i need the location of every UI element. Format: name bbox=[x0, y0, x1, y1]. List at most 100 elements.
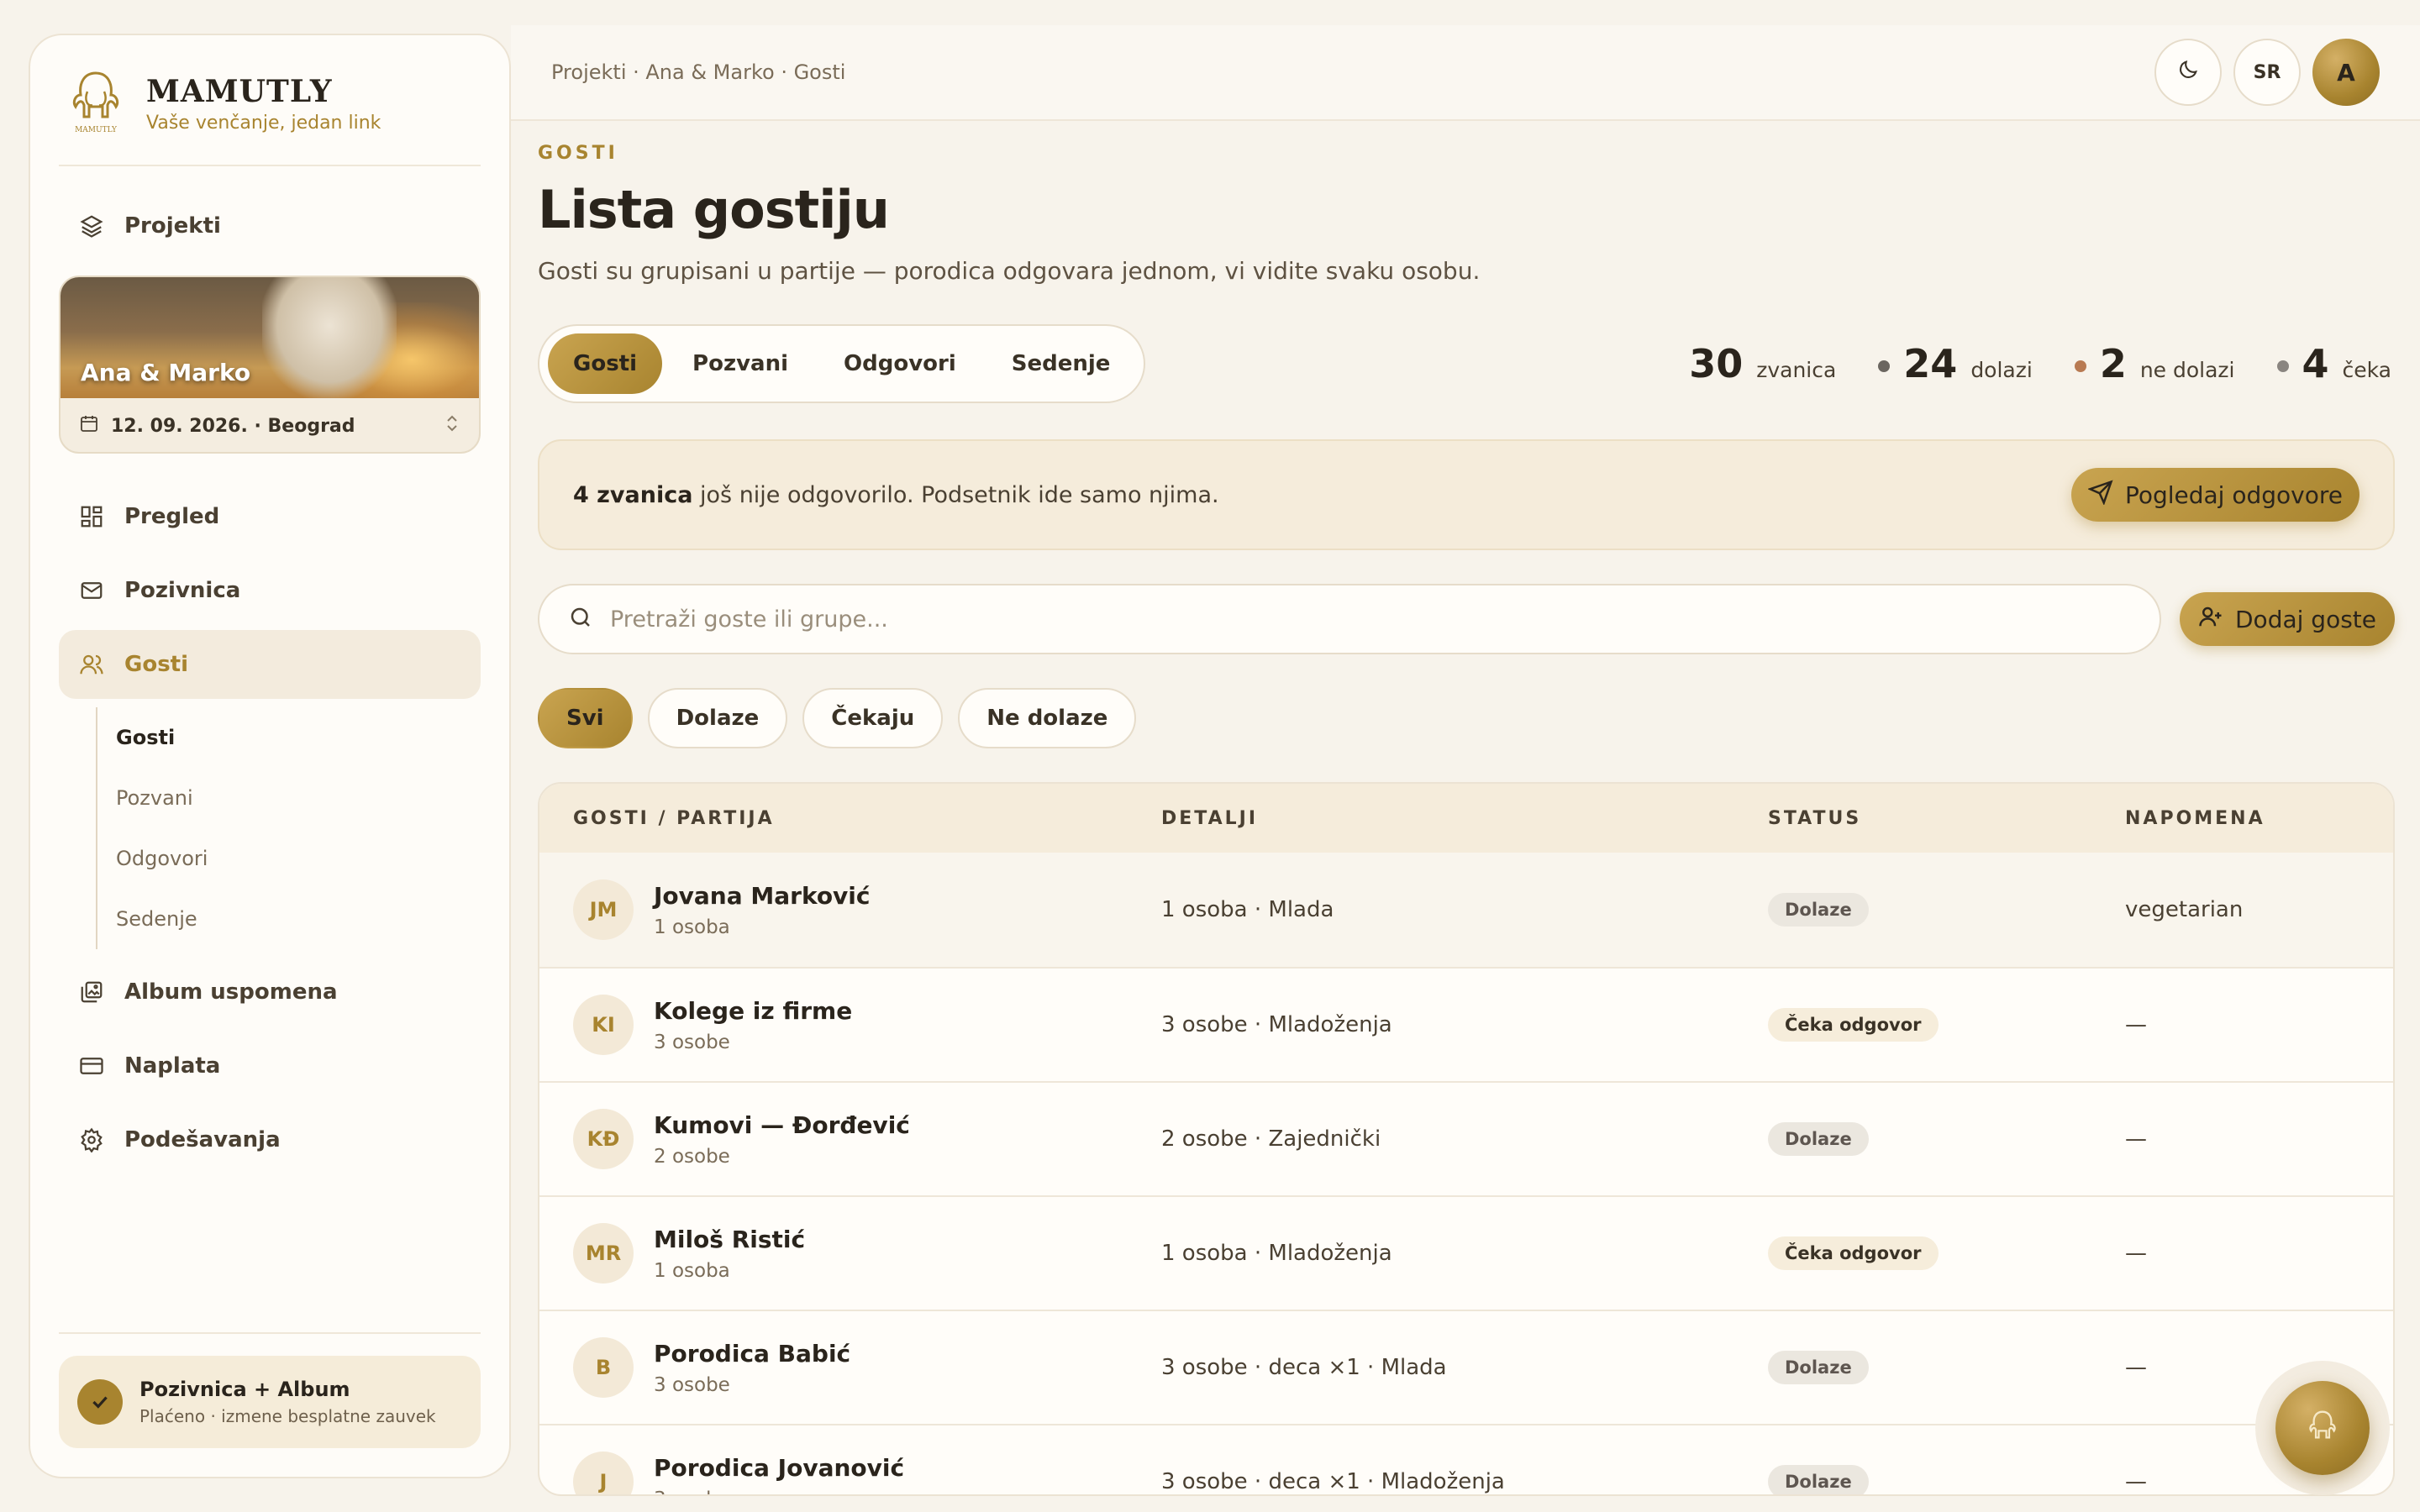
sidebar: MAMUTLY MAMUTLY Vaše venčanje, jedan lin… bbox=[29, 34, 511, 1478]
brand[interactable]: MAMUTLY MAMUTLY Vaše venčanje, jedan lin… bbox=[59, 66, 481, 166]
logo-wordmark: MAMUTLY bbox=[75, 126, 118, 134]
tab-odgovori[interactable]: Odgovori bbox=[818, 333, 981, 394]
status-dot-icon bbox=[2074, 360, 2086, 372]
plan-card[interactable]: Pozivnica + Album Plaćeno · izmene bespl… bbox=[59, 1356, 481, 1448]
sidebar-item-label: Pregled bbox=[124, 504, 220, 529]
sidebar-item-podesavanja[interactable]: Podešavanja bbox=[59, 1105, 481, 1174]
column-header[interactable]: DETALJI bbox=[1161, 808, 1768, 829]
guest-note: vegetarian bbox=[2125, 897, 2244, 922]
sidebar-item-pozivnica[interactable]: Pozivnica bbox=[59, 556, 481, 625]
search-box bbox=[538, 584, 2161, 654]
tab-gosti[interactable]: Gosti bbox=[548, 333, 663, 394]
sidebar-item-naplata[interactable]: Naplata bbox=[59, 1032, 481, 1100]
guest-note: — bbox=[2125, 1012, 2147, 1037]
guest-count: 2 osobe bbox=[654, 1145, 730, 1168]
users-icon bbox=[77, 650, 106, 679]
mammoth-logo-icon bbox=[2275, 1381, 2370, 1475]
theme-toggle-button[interactable] bbox=[2154, 39, 2222, 106]
stat-label: zvanica bbox=[1756, 358, 1837, 382]
sidebar-item-label: Naplata bbox=[124, 1053, 221, 1079]
stat-label: ne dolazi bbox=[2139, 358, 2235, 382]
view-responses-button[interactable]: Pogledaj odgovore bbox=[2070, 468, 2360, 522]
filter-cekaju[interactable]: Čekaju bbox=[802, 688, 944, 748]
sidebar-item-gosti[interactable]: Gosti bbox=[59, 630, 481, 699]
filter-dolaze[interactable]: Dolaze bbox=[647, 688, 788, 748]
guest-details: 2 osobe · Zajednički bbox=[1161, 1126, 1381, 1152]
project-name: Ana & Marko bbox=[81, 359, 251, 386]
moon-icon bbox=[2176, 58, 2200, 87]
sidebar-item-pregled[interactable]: Pregled bbox=[59, 482, 481, 551]
table-row[interactable]: MR Miloš Ristić 1 osoba 1 osoba · Mladož… bbox=[539, 1195, 2393, 1310]
table-row[interactable]: JM Jovana Marković 1 osoba 1 osoba · Mla… bbox=[539, 853, 2393, 967]
gear-icon bbox=[77, 1126, 106, 1154]
section-tabs: Gosti Pozvani Odgovori Sedenje bbox=[538, 324, 1146, 403]
subnav-item-odgovori[interactable]: Odgovori bbox=[116, 828, 481, 889]
sidebar-item-label: Album uspomena bbox=[124, 979, 338, 1005]
brand-tagline: Vaše venčanje, jedan link bbox=[146, 112, 381, 134]
stat-number: 24 bbox=[1903, 341, 1958, 386]
guest-note: — bbox=[2125, 1126, 2147, 1152]
subnav-item-sedenje[interactable]: Sedenje bbox=[116, 889, 481, 949]
column-header[interactable]: NAPOMENA bbox=[2125, 808, 2265, 829]
table-row[interactable]: KĐ Kumovi — Đorđević 2 osobe 2 osobe · Z… bbox=[539, 1081, 2393, 1195]
search-input[interactable] bbox=[610, 606, 2131, 633]
tab-pozvani[interactable]: Pozvani bbox=[667, 333, 813, 394]
guest-count: 1 osoba bbox=[654, 916, 730, 938]
stat-label: čeka bbox=[2342, 358, 2391, 382]
stat-attending: 24 dolazi bbox=[1878, 341, 2033, 386]
page-subtitle: Gosti su grupisani u partije — porodica … bbox=[538, 257, 1481, 285]
table-row[interactable]: B Porodica Babić 3 osobe 3 osobe · deca … bbox=[539, 1310, 2393, 1424]
send-icon bbox=[2087, 479, 2113, 511]
sidebar-item-label: Podešavanja bbox=[124, 1127, 281, 1152]
column-header[interactable]: STATUS bbox=[1768, 808, 2125, 829]
search-icon bbox=[568, 605, 593, 633]
sidebar-item-label: Projekti bbox=[124, 213, 221, 239]
plan-subtitle: Plaćeno · izmene besplatne zauvek bbox=[139, 1406, 436, 1426]
mail-icon bbox=[77, 576, 106, 605]
album-icon bbox=[77, 978, 106, 1006]
status-filters: Svi Dolaze Čekaju Ne dolaze bbox=[538, 688, 2395, 748]
table-row[interactable]: J Porodica Jovanović 3 osobe 3 osobe · d… bbox=[539, 1424, 2393, 1495]
guest-details: 3 osobe · deca ×1 · Mlada bbox=[1161, 1355, 1447, 1380]
guest-name: Kolege iz firme bbox=[654, 996, 853, 1025]
floating-action-button[interactable] bbox=[2255, 1361, 2390, 1495]
filter-ne-dolaze[interactable]: Ne dolaze bbox=[958, 688, 1137, 748]
project-switcher[interactable]: Ana & Marko 12. 09. 2026. · Beograd bbox=[59, 276, 481, 454]
avatar: KI bbox=[573, 995, 634, 1055]
notice-text: još nije odgovorilo. Podsetnik ide samo … bbox=[692, 481, 1219, 508]
sidebar-item-album[interactable]: Album uspomena bbox=[59, 958, 481, 1026]
guest-note: — bbox=[2125, 1469, 2147, 1494]
breadcrumb[interactable]: Projekti · Ana & Marko · Gosti bbox=[551, 60, 845, 84]
sidebar-item-label: Pozivnica bbox=[124, 578, 241, 603]
guest-count: 3 osobe bbox=[654, 1373, 730, 1396]
status-badge: Dolaze bbox=[1768, 1465, 1869, 1494]
table-row[interactable]: KI Kolege iz firme 3 osobe 3 osobe · Mla… bbox=[539, 967, 2393, 1081]
language-button[interactable]: SR bbox=[2233, 39, 2301, 106]
guest-count: 3 osobe bbox=[654, 1488, 904, 1495]
page-eyebrow: GOSTI bbox=[538, 143, 618, 164]
filter-svi[interactable]: Svi bbox=[538, 688, 633, 748]
add-guests-button[interactable]: Dodaj goste bbox=[2180, 592, 2395, 646]
status-badge: Čeka odgovor bbox=[1768, 1008, 1939, 1042]
status-badge: Čeka odgovor bbox=[1768, 1236, 1939, 1270]
avatar: J bbox=[573, 1452, 634, 1494]
guest-details: 3 osobe · deca ×1 · Mladoženja bbox=[1161, 1469, 1505, 1494]
avatar[interactable]: A bbox=[2312, 39, 2380, 106]
tab-sedenje[interactable]: Sedenje bbox=[986, 333, 1136, 394]
column-header[interactable]: GOSTI / PARTIJA bbox=[573, 808, 1161, 829]
subnav-item-pozvani[interactable]: Pozvani bbox=[116, 768, 481, 828]
stat-total: 30 zvanica bbox=[1689, 341, 1836, 386]
stat-number: 2 bbox=[2099, 341, 2127, 386]
guest-name: Kumovi — Đorđević bbox=[654, 1110, 910, 1139]
subnav-item-gosti[interactable]: Gosti bbox=[116, 707, 481, 768]
stat-number: 30 bbox=[1689, 341, 1744, 386]
project-date-location: 12. 09. 2026. · Beograd bbox=[111, 415, 355, 437]
sidebar-item-projekti[interactable]: Projekti bbox=[59, 192, 481, 260]
guest-note: — bbox=[2125, 1355, 2147, 1380]
guest-stats: 30 zvanica 24 dolazi 2 ne dolazi 4 čeka bbox=[1689, 341, 2395, 386]
stat-number: 4 bbox=[2302, 341, 2329, 386]
sidebar-item-label: Gosti bbox=[124, 652, 189, 677]
project-cover-photo: Ana & Marko bbox=[60, 277, 479, 398]
guest-table: GOSTI / PARTIJA DETALJI STATUS NAPOMENA … bbox=[538, 782, 2395, 1496]
table-header: GOSTI / PARTIJA DETALJI STATUS NAPOMENA bbox=[539, 784, 2393, 853]
